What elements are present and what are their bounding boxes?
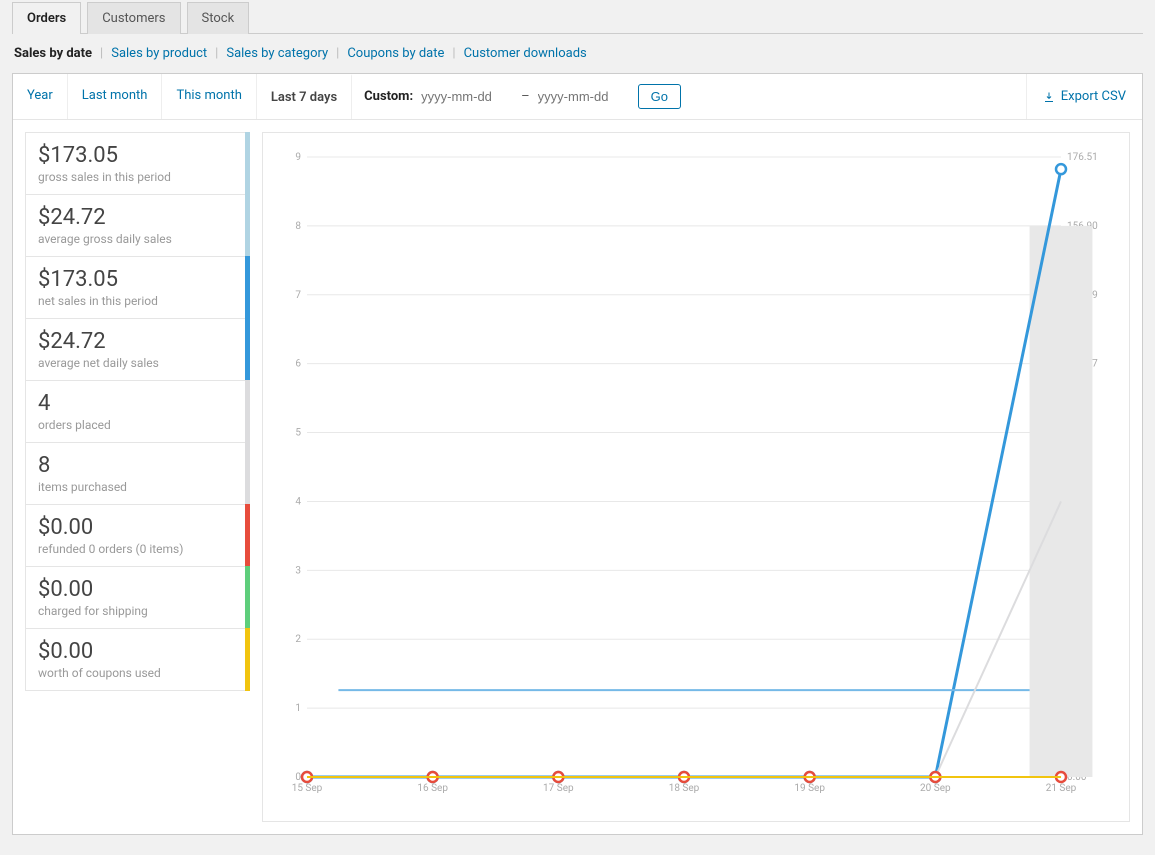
legend-list: $173.05 gross sales in this period $24.72 a… — [25, 132, 250, 822]
svg-text:7: 7 — [295, 290, 301, 301]
legend-item[interactable]: $173.05 gross sales in this period — [25, 132, 250, 194]
tab-customers[interactable]: Customers — [87, 2, 180, 34]
svg-text:15 Sep: 15 Sep — [292, 783, 323, 794]
svg-text:8: 8 — [295, 221, 301, 232]
svg-text:5: 5 — [295, 428, 301, 439]
legend-item[interactable]: $0.00 refunded 0 orders (0 items) — [25, 504, 250, 566]
report-subnav: Sales by date | Sales by product | Sales… — [12, 34, 1143, 73]
range-bar: Year Last month This month Last 7 days C… — [13, 74, 1142, 120]
legend-stripe — [245, 566, 250, 629]
svg-text:20 Sep: 20 Sep — [920, 783, 951, 794]
legend-value: $0.00 — [38, 577, 237, 602]
svg-text:176.51: 176.51 — [1067, 152, 1098, 163]
report-panel: Year Last month This month Last 7 days C… — [12, 73, 1143, 835]
legend-stripe — [245, 504, 250, 567]
subnav-sales-by-product[interactable]: Sales by product — [111, 46, 207, 61]
legend-stripe — [245, 194, 250, 257]
legend-desc: items purchased — [38, 480, 237, 494]
legend-desc: orders placed — [38, 418, 237, 432]
legend-value: 8 — [38, 453, 237, 478]
custom-label: Custom: — [364, 89, 413, 104]
go-button[interactable]: Go — [638, 84, 681, 109]
range-year[interactable]: Year — [13, 74, 68, 119]
svg-text:1: 1 — [295, 703, 301, 714]
legend-item[interactable]: $24.72 average net daily sales — [25, 318, 250, 380]
legend-stripe — [245, 380, 250, 443]
svg-text:2: 2 — [295, 634, 301, 645]
range-this-month[interactable]: This month — [162, 74, 256, 119]
download-icon — [1043, 91, 1055, 103]
date-to-input[interactable] — [538, 89, 630, 104]
svg-text:4: 4 — [295, 496, 301, 507]
legend-item[interactable]: 8 items purchased — [25, 442, 250, 504]
legend-stripe — [245, 256, 250, 319]
legend-value: $173.05 — [38, 267, 237, 292]
svg-text:9: 9 — [295, 152, 301, 163]
tab-stock[interactable]: Stock — [187, 2, 250, 34]
legend-value: 4 — [38, 391, 237, 416]
legend-desc: net sales in this period — [38, 294, 237, 308]
legend-stripe — [245, 628, 250, 691]
subnav-coupons-by-date[interactable]: Coupons by date — [347, 46, 444, 61]
chart-area: 00.00119.61239.22358.84478.45598.066117.… — [262, 132, 1130, 822]
svg-text:16 Sep: 16 Sep — [417, 783, 448, 794]
subnav-sales-by-category[interactable]: Sales by category — [226, 46, 328, 61]
date-from-input[interactable] — [421, 89, 513, 104]
legend-desc: gross sales in this period — [38, 170, 237, 184]
legend-desc: charged for shipping — [38, 604, 237, 618]
legend-stripe — [245, 318, 250, 381]
legend-value: $24.72 — [38, 205, 237, 230]
svg-text:21 Sep: 21 Sep — [1046, 783, 1077, 794]
svg-text:0: 0 — [295, 772, 301, 783]
custom-range: Custom: – Go — [352, 74, 693, 119]
range-last-7-days[interactable]: Last 7 days — [257, 74, 352, 119]
sales-chart: 00.00119.61239.22358.84478.45598.066117.… — [271, 147, 1111, 807]
range-last-month[interactable]: Last month — [68, 74, 163, 119]
legend-desc: average gross daily sales — [38, 232, 237, 246]
legend-item[interactable]: $24.72 average gross daily sales — [25, 194, 250, 256]
legend-stripe — [245, 132, 250, 195]
svg-text:19 Sep: 19 Sep — [794, 783, 825, 794]
legend-stripe — [245, 442, 250, 505]
legend-item[interactable]: $173.05 net sales in this period — [25, 256, 250, 318]
subnav-customer-downloads[interactable]: Customer downloads — [464, 46, 587, 61]
svg-text:18 Sep: 18 Sep — [669, 783, 700, 794]
tab-orders[interactable]: Orders — [12, 2, 81, 34]
export-csv-label: Export CSV — [1061, 89, 1126, 104]
top-tabs: Orders Customers Stock — [12, 0, 1143, 34]
subnav-active: Sales by date — [14, 46, 92, 61]
legend-value: $173.05 — [38, 143, 237, 168]
legend-desc: refunded 0 orders (0 items) — [38, 542, 237, 556]
legend-value: $0.00 — [38, 515, 237, 540]
export-csv[interactable]: Export CSV — [1026, 74, 1142, 119]
date-dash: – — [521, 89, 530, 104]
svg-text:3: 3 — [295, 565, 301, 576]
svg-text:6: 6 — [295, 359, 301, 370]
legend-desc: worth of coupons used — [38, 666, 237, 680]
legend-item[interactable]: $0.00 charged for shipping — [25, 566, 250, 628]
legend-desc: average net daily sales — [38, 356, 237, 370]
legend-value: $0.00 — [38, 639, 237, 664]
legend-item[interactable]: $0.00 worth of coupons used — [25, 628, 250, 691]
legend-value: $24.72 — [38, 329, 237, 354]
svg-text:17 Sep: 17 Sep — [543, 783, 574, 794]
legend-item[interactable]: 4 orders placed — [25, 380, 250, 442]
